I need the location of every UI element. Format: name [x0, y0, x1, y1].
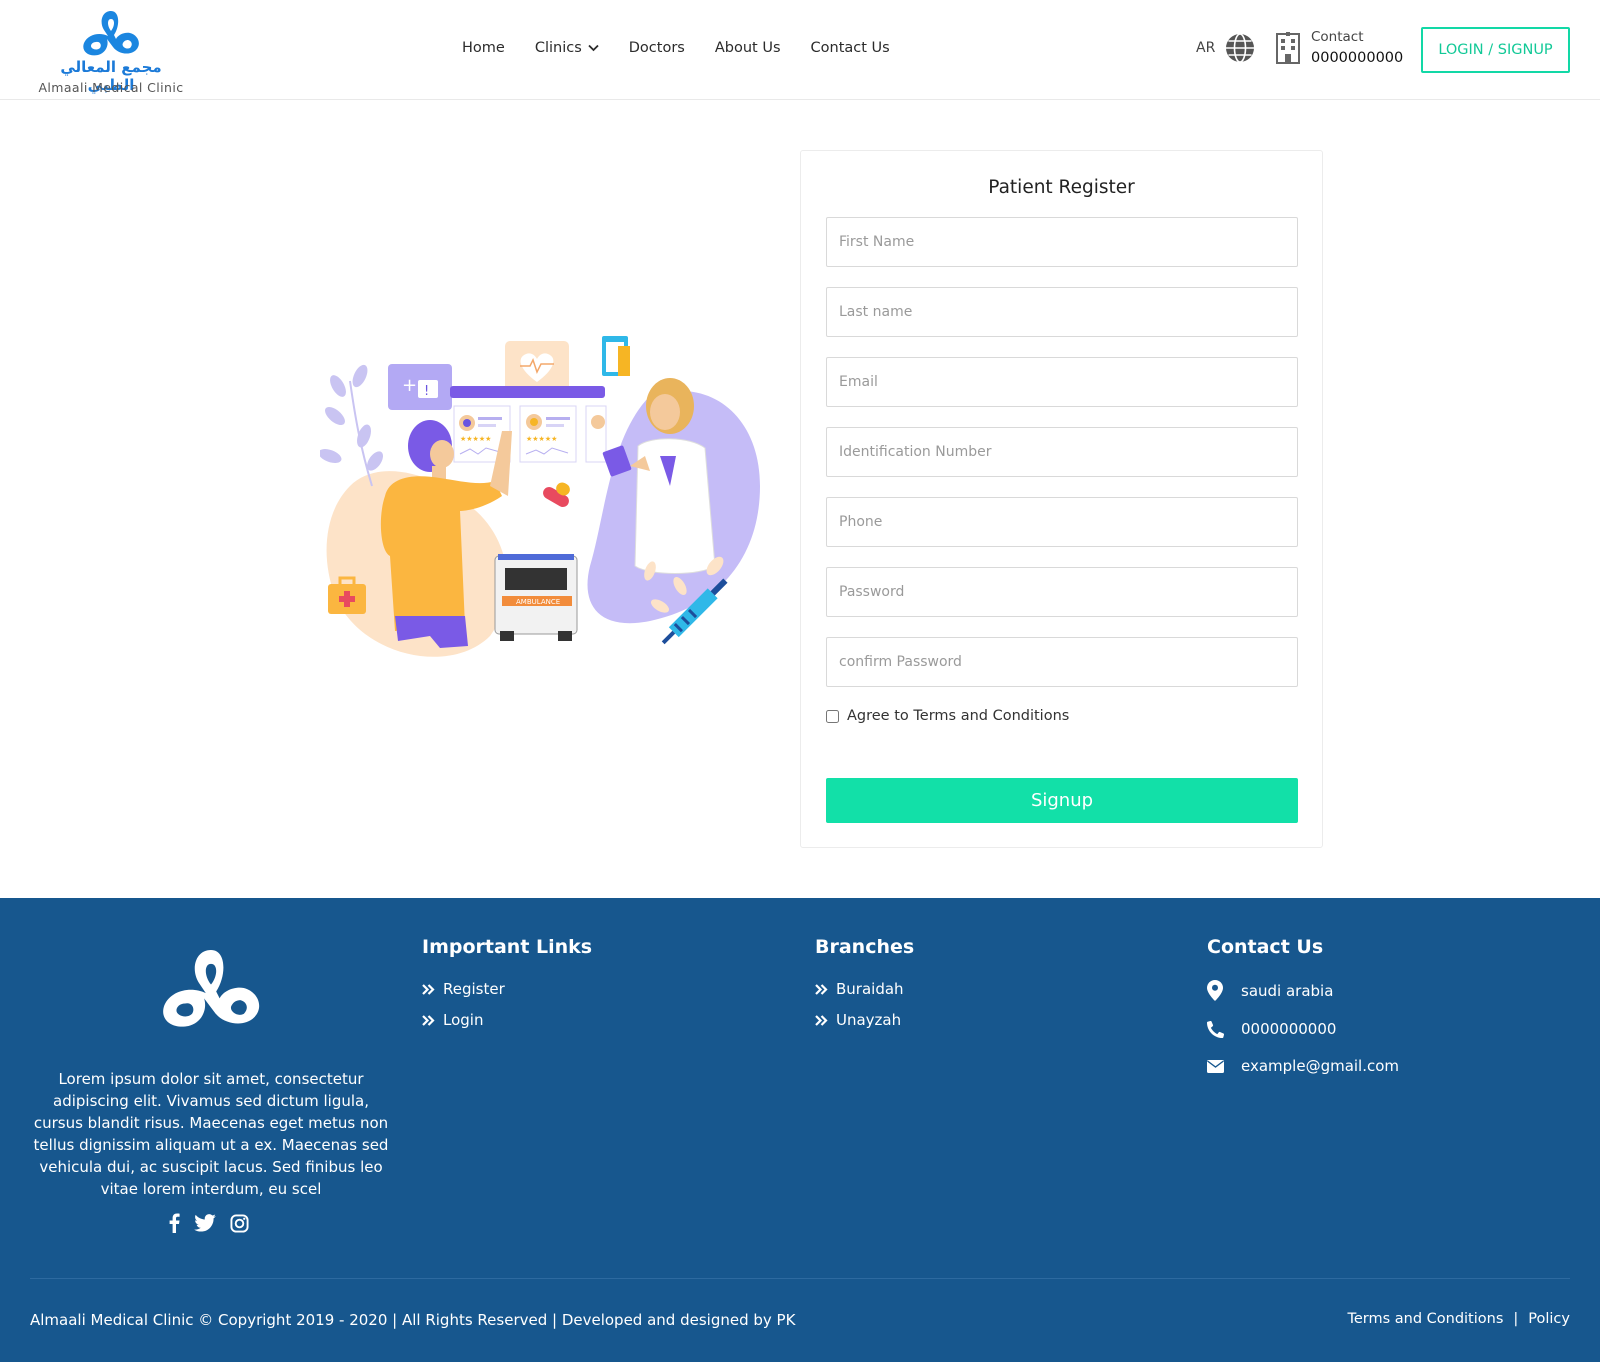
agree-terms-label: Agree to Terms and Conditions	[847, 708, 1070, 724]
confirm-password-input[interactable]	[826, 637, 1298, 687]
main-nav: Home Clinics Doctors About Us Contact Us	[462, 40, 920, 56]
login-signup-button[interactable]: LOGIN / SIGNUP	[1421, 27, 1570, 73]
map-pin-icon	[1207, 980, 1241, 1001]
svg-text:★★★★★: ★★★★★	[526, 435, 557, 443]
footer-branch-unayzah-label: Unayzah	[836, 1011, 902, 1029]
social-links	[168, 1213, 249, 1233]
nav-home[interactable]: Home	[462, 40, 505, 56]
phone-input[interactable]	[826, 497, 1298, 547]
important-links-heading: Important Links	[422, 936, 593, 958]
footer-address-text: saudi arabia	[1241, 981, 1334, 1000]
identification-number-input[interactable]	[826, 427, 1298, 477]
footer-branch-buraidah[interactable]: Buraidah	[815, 980, 914, 998]
facebook-icon[interactable]	[168, 1213, 180, 1233]
footer-branch-unayzah[interactable]: Unayzah	[815, 1011, 914, 1029]
branches-heading: Branches	[815, 936, 915, 958]
footer-email[interactable]: example@gmail.com	[1207, 1057, 1399, 1075]
footer-link-separator: |	[1513, 1311, 1519, 1327]
register-card: Patient Register Agree to Terms and Cond…	[800, 150, 1323, 848]
footer-link-register-label: Register	[443, 980, 505, 998]
footer-copyright: Almaali Medical Clinic © Copyright 2019 …	[30, 1311, 796, 1329]
agree-terms-row[interactable]: Agree to Terms and Conditions	[826, 708, 1069, 724]
double-chevron-right-icon	[422, 983, 435, 995]
nav-about-us[interactable]: About Us	[715, 40, 781, 56]
policy-link[interactable]: Policy	[1528, 1311, 1570, 1327]
footer-link-register[interactable]: Register	[422, 980, 592, 998]
svg-text:+: +	[402, 375, 417, 396]
footer-about-text: Lorem ipsum dolor sit amet, consectetur …	[33, 1070, 389, 1198]
contact-column: Contact Us saudi arabia 0000000000 examp…	[1207, 936, 1399, 1094]
site-header: مجمع المعالي الطبي Almaali Medical Clini…	[0, 0, 1600, 100]
footer-link-login[interactable]: Login	[422, 1011, 592, 1029]
logo-english-name: Almaali Medical Clinic	[38, 80, 184, 95]
site-footer: Lorem ipsum dolor sit amet, consectetur …	[0, 898, 1600, 1362]
agree-terms-checkbox[interactable]	[826, 709, 839, 723]
important-links-column: Important Links Register Login	[422, 936, 592, 1042]
contact-heading: Contact Us	[1207, 936, 1324, 958]
nav-contact-us[interactable]: Contact Us	[811, 40, 890, 56]
header-contact-phone[interactable]: 0000000000	[1311, 50, 1403, 66]
envelope-icon	[1207, 1059, 1241, 1073]
footer-branch-buraidah-label: Buraidah	[836, 980, 904, 998]
footer-address: saudi arabia	[1207, 980, 1399, 1001]
footer-link-login-label: Login	[443, 1011, 484, 1029]
branches-column: Branches Buraidah Unayzah	[815, 936, 914, 1042]
header-contact-label: Contact	[1311, 29, 1364, 45]
hospital-building-icon	[1275, 32, 1301, 68]
chevron-down-icon	[588, 40, 599, 56]
password-input[interactable]	[826, 567, 1298, 617]
footer-email-text: example@gmail.com	[1241, 1057, 1400, 1075]
nav-doctors[interactable]: Doctors	[629, 40, 685, 56]
svg-text:★★★★★: ★★★★★	[460, 435, 491, 443]
email-input[interactable]	[826, 357, 1298, 407]
language-switch[interactable]: AR	[1196, 40, 1215, 56]
double-chevron-right-icon	[815, 1014, 828, 1026]
logo-emblem-icon	[83, 11, 139, 56]
nav-clinics-label: Clinics	[534, 40, 582, 56]
medical-illustration: + ! ★★★★★ ★★★★★ AMBULANCE	[318, 336, 770, 666]
double-chevron-right-icon	[422, 1014, 435, 1026]
last-name-input[interactable]	[826, 287, 1298, 337]
globe-icon[interactable]	[1225, 33, 1255, 67]
footer-logo-icon	[154, 936, 268, 1044]
footer-divider	[30, 1278, 1570, 1279]
svg-text:!: !	[424, 384, 429, 399]
first-name-input[interactable]	[826, 217, 1298, 267]
signup-button[interactable]: Signup	[826, 778, 1298, 823]
phone-icon	[1207, 1020, 1241, 1038]
instagram-icon[interactable]	[230, 1213, 249, 1233]
footer-phone-text: 0000000000	[1241, 1020, 1337, 1038]
clinic-logo[interactable]: مجمع المعالي الطبي Almaali Medical Clini…	[36, 8, 186, 96]
nav-clinics[interactable]: Clinics	[535, 40, 599, 56]
footer-phone[interactable]: 0000000000	[1207, 1020, 1399, 1038]
form-title: Patient Register	[988, 177, 1135, 198]
twitter-icon[interactable]	[194, 1214, 216, 1232]
svg-text:AMBULANCE: AMBULANCE	[516, 598, 560, 606]
double-chevron-right-icon	[815, 983, 828, 995]
terms-link[interactable]: Terms and Conditions	[1347, 1311, 1503, 1327]
footer-bottom-links: Terms and Conditions | Policy	[1347, 1311, 1570, 1327]
